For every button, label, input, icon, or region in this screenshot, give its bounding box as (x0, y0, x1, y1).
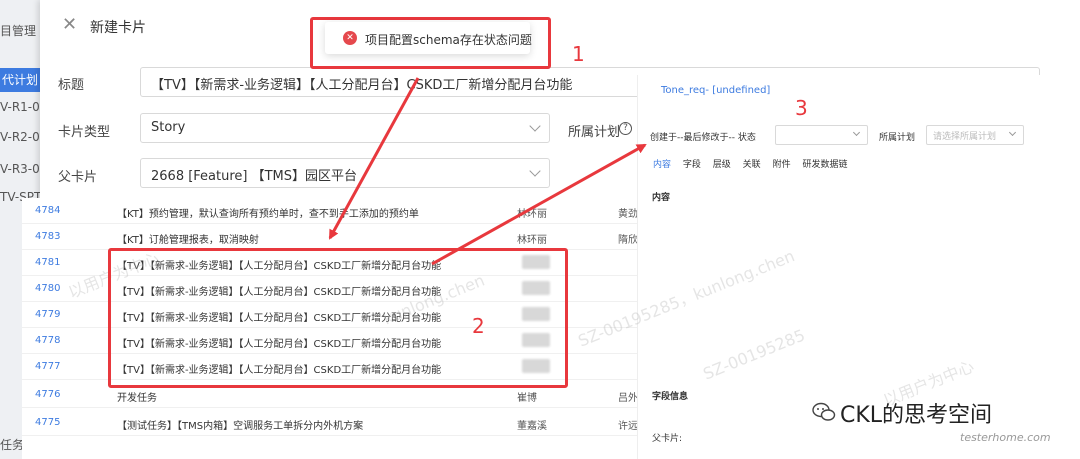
modal-header: ✕ 新建卡片 (40, 0, 1080, 50)
toast-message: 项目配置schema存在状态问题 (365, 33, 532, 47)
card-type-value: Story (151, 120, 186, 135)
error-toast: ✕ 项目配置schema存在状态问题 (325, 22, 532, 54)
annotation-1: 1 (572, 42, 585, 66)
help-icon[interactable]: ? (619, 122, 632, 135)
card-type-select[interactable]: Story (140, 113, 550, 143)
row-title: 【KT】订舱管理报表，取消映射 (117, 235, 259, 246)
brand-name: CKL的思考空间 (840, 403, 993, 428)
chevron-down-icon (852, 128, 861, 137)
tab-hierarchy[interactable]: 层级 (713, 157, 731, 170)
detail-plan-select[interactable]: 请选择所属计划 (926, 125, 1024, 145)
close-icon[interactable]: ✕ (62, 14, 77, 35)
row-title: 开发任务 (117, 393, 157, 404)
row-id[interactable]: 4777 (35, 361, 60, 372)
tab-attachments[interactable]: 附件 (773, 157, 791, 170)
parent-card-label: 父卡片 (58, 170, 98, 185)
detail-plan-placeholder: 请选择所属计划 (933, 132, 997, 142)
row-title: 【KT】预约管理，默认查询所有预约单时，查不到手工添加的预约单 (117, 209, 419, 220)
section-parent-label: 父卡片: (652, 434, 683, 444)
table-row[interactable]: 4784 【KT】预约管理，默认查询所有预约单时，查不到手工添加的预约单 林环丽… (22, 198, 638, 224)
row-extra: 许远 (618, 421, 638, 432)
section-content-heading: 内容 (652, 193, 671, 203)
highlight-box-2 (108, 248, 568, 388)
row-owner: 林环丽 (517, 209, 547, 220)
detail-plan-label: 所属计划 (879, 133, 916, 143)
chevron-down-icon (529, 120, 541, 132)
row-id[interactable]: 4783 (35, 231, 60, 242)
row-owner: 崔博 (517, 393, 537, 404)
row-id[interactable]: 4776 (35, 389, 60, 400)
title-label: 标题 (58, 78, 85, 93)
annotation-2: 2 (472, 314, 485, 338)
modal-title: 新建卡片 (90, 20, 146, 36)
chevron-down-icon (529, 165, 541, 177)
row-id[interactable]: 4775 (35, 417, 60, 428)
detail-tabs: 内容 字段 层级 关联 附件 研发数据链 (653, 157, 856, 170)
detail-meta: 创建于--最后修改于-- 状态 (650, 133, 756, 143)
row-id[interactable]: 4779 (35, 309, 60, 320)
row-extra: 黄劲 (618, 209, 638, 220)
section-fields-heading: 字段信息 (652, 392, 689, 402)
table-row[interactable]: 4775 【测试任务】【TMS内箱】空调服务工单拆分内外机方案 董嘉溪 许远 (22, 410, 638, 436)
row-id[interactable]: 4784 (35, 205, 60, 216)
detail-title: Tone_req- [undefined] (661, 85, 771, 96)
row-id[interactable]: 4780 (35, 283, 60, 294)
table-row[interactable]: 4783 【KT】订舱管理报表，取消映射 林环丽 隋欣 (22, 224, 638, 250)
chevron-down-icon (1008, 128, 1017, 137)
brand-sub: testerhome.com (960, 431, 1051, 444)
tab-relations[interactable]: 关联 (743, 157, 761, 170)
plan-label: 所属计划 (568, 125, 621, 140)
annotation-3: 3 (795, 96, 808, 120)
wechat-icon (812, 402, 836, 421)
row-extra: 隋欣 (618, 235, 638, 246)
row-extra: 吕外 (618, 393, 638, 404)
card-type-label: 卡片类型 (58, 125, 111, 140)
tab-content[interactable]: 内容 (653, 157, 671, 170)
tab-devchain[interactable]: 研发数据链 (802, 157, 847, 170)
row-id[interactable]: 4778 (35, 335, 60, 346)
row-title: 【测试任务】【TMS内箱】空调服务工单拆分内外机方案 (117, 421, 364, 432)
row-owner: 林环丽 (517, 235, 547, 246)
row-id[interactable]: 4781 (35, 257, 60, 268)
parent-card-select[interactable]: 2668 [Feature] 【TMS】园区平台 (140, 158, 550, 188)
parent-card-value: 2668 [Feature] 【TMS】园区平台 (151, 169, 358, 184)
row-owner: 董嘉溪 (517, 421, 547, 432)
error-icon: ✕ (343, 31, 357, 45)
tab-fields[interactable]: 字段 (683, 157, 701, 170)
status-select[interactable] (775, 125, 868, 145)
